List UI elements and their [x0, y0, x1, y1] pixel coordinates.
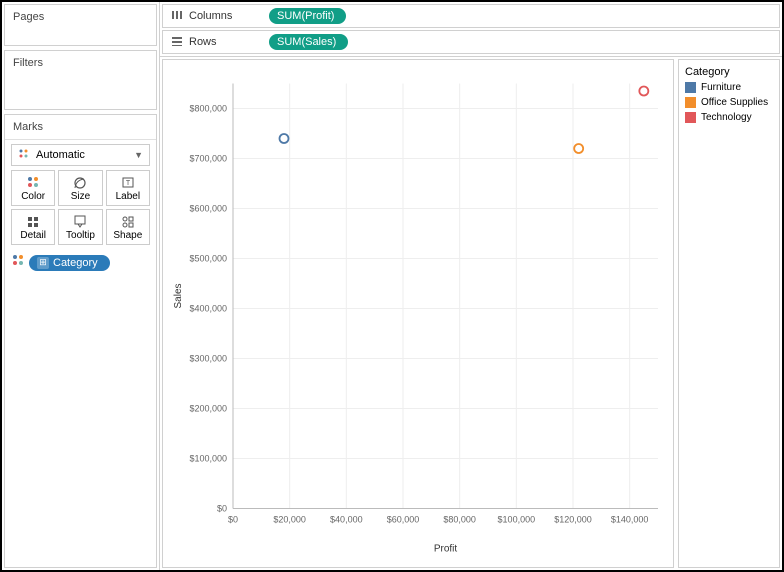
legend-swatch: [685, 97, 696, 108]
data-point[interactable]: [574, 144, 583, 153]
legend-item[interactable]: Technology: [685, 112, 773, 123]
legend-item[interactable]: Furniture: [685, 82, 773, 93]
shape-icon: [120, 214, 136, 228]
columns-icon: [169, 10, 185, 23]
marks-title: Marks: [5, 115, 156, 140]
color-shelf-icon: [11, 253, 25, 272]
rows-pill[interactable]: SUM(Sales): [269, 34, 348, 50]
svg-text:Sales: Sales: [173, 283, 184, 308]
right-area: Columns SUM(Profit) Rows SUM(Sales) $0 $1…: [160, 2, 782, 570]
legend-panel: Category Furniture Office Supplies Technol…: [678, 59, 780, 568]
left-sidebar: Pages Filters Marks Automatic ▼ Color: [2, 2, 160, 570]
svg-text:$800,000: $800,000: [189, 104, 227, 114]
svg-text:$0: $0: [217, 504, 227, 514]
marks-pill-row: ⊞ Category: [11, 253, 150, 272]
pill-grid-icon: ⊞: [37, 257, 49, 269]
svg-text:$20,000: $20,000: [273, 515, 306, 525]
columns-label: Columns: [189, 10, 269, 22]
size-card[interactable]: Size: [58, 170, 102, 206]
scatter-chart: $0 $100,000 $200,000 $300,000 $400,000 $500,0…: [163, 60, 673, 567]
svg-text:$100,000: $100,000: [189, 454, 227, 464]
color-card[interactable]: Color: [11, 170, 55, 206]
marks-cards: Color Size T Label Detail Tooltip: [11, 170, 150, 245]
legend-item-label: Technology: [701, 112, 752, 123]
svg-text:$300,000: $300,000: [189, 354, 227, 364]
svg-text:$0: $0: [228, 515, 238, 525]
marks-panel: Marks Automatic ▼ Color Size T: [4, 114, 157, 568]
data-point[interactable]: [639, 87, 648, 96]
svg-text:$500,000: $500,000: [189, 254, 227, 264]
pages-title: Pages: [5, 5, 156, 29]
columns-pill-label: SUM(Profit): [277, 10, 334, 22]
columns-pill[interactable]: SUM(Profit): [269, 8, 346, 24]
svg-text:$200,000: $200,000: [189, 404, 227, 414]
svg-text:$140,000: $140,000: [611, 515, 649, 525]
legend-title: Category: [685, 66, 773, 78]
svg-text:Profit: Profit: [434, 544, 458, 555]
app-frame: Pages Filters Marks Automatic ▼ Color: [0, 0, 784, 572]
filters-panel[interactable]: Filters: [4, 50, 157, 110]
size-icon: [72, 175, 88, 189]
tooltip-icon: [72, 214, 88, 228]
svg-text:$400,000: $400,000: [189, 304, 227, 314]
detail-card[interactable]: Detail: [11, 209, 55, 245]
legend-item-label: Office Supplies: [701, 97, 768, 108]
svg-text:T: T: [126, 180, 131, 187]
svg-text:$120,000: $120,000: [554, 515, 592, 525]
category-pill-label: Category: [53, 257, 98, 269]
detail-icon: [25, 214, 41, 228]
legend-item-label: Furniture: [701, 82, 741, 93]
viz-row: $0 $100,000 $200,000 $300,000 $400,000 $500,0…: [160, 57, 782, 570]
svg-text:$100,000: $100,000: [498, 515, 536, 525]
marktype-dropdown[interactable]: Automatic ▼: [11, 144, 150, 166]
legend-swatch: [685, 112, 696, 123]
marktype-label: Automatic: [36, 149, 85, 161]
pages-panel[interactable]: Pages: [4, 4, 157, 46]
rows-shelf[interactable]: Rows SUM(Sales): [162, 30, 780, 54]
rows-label: Rows: [189, 36, 269, 48]
svg-text:$80,000: $80,000: [443, 515, 476, 525]
legend-item[interactable]: Office Supplies: [685, 97, 773, 108]
svg-text:$40,000: $40,000: [330, 515, 363, 525]
automatic-icon: [18, 148, 30, 163]
shelves: Columns SUM(Profit) Rows SUM(Sales): [160, 2, 782, 57]
chart-canvas[interactable]: $0 $100,000 $200,000 $300,000 $400,000 $500,0…: [162, 59, 674, 568]
label-card[interactable]: T Label: [106, 170, 150, 206]
svg-text:$600,000: $600,000: [189, 204, 227, 214]
svg-text:$60,000: $60,000: [387, 515, 420, 525]
color-icon: [25, 175, 41, 189]
tooltip-card[interactable]: Tooltip: [58, 209, 102, 245]
category-pill[interactable]: ⊞ Category: [29, 255, 110, 271]
shape-card[interactable]: Shape: [106, 209, 150, 245]
svg-text:$700,000: $700,000: [189, 154, 227, 164]
legend-swatch: [685, 82, 696, 93]
rows-icon: [169, 36, 185, 49]
filters-title: Filters: [5, 51, 156, 75]
rows-pill-label: SUM(Sales): [277, 36, 336, 48]
label-icon: T: [120, 175, 136, 189]
data-point[interactable]: [280, 134, 289, 143]
chevron-down-icon: ▼: [134, 150, 143, 160]
columns-shelf[interactable]: Columns SUM(Profit): [162, 4, 780, 28]
